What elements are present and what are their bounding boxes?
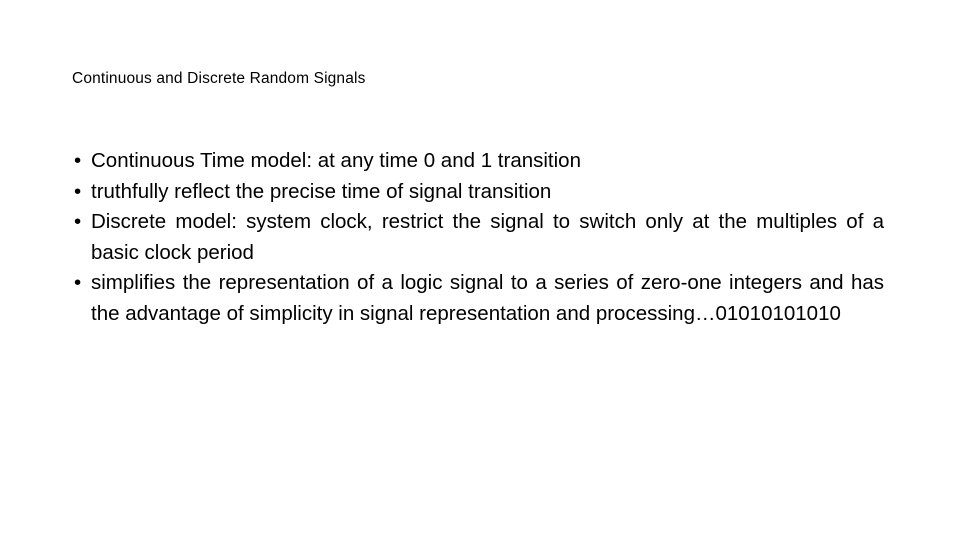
list-item: • truthfully reflect the precise time of…	[72, 177, 884, 208]
slide-canvas: Continuous and Discrete Random Signals •…	[0, 0, 960, 540]
bullet-point-icon: •	[74, 149, 82, 172]
bullet-list: • Continuous Time model: at any time 0 a…	[72, 146, 884, 330]
slide-title: Continuous and Discrete Random Signals	[72, 70, 366, 87]
list-item-text: Discrete model: system clock, restrict t…	[91, 210, 884, 264]
bullet-point-icon: •	[74, 179, 82, 203]
bullet-point-icon: •	[74, 210, 82, 234]
list-item-text: simplifies the representation of a logic…	[91, 271, 884, 325]
list-item: • Continuous Time model: at any time 0 a…	[72, 146, 884, 177]
list-item: • Discrete model: system clock, restrict…	[72, 207, 884, 268]
list-item-text: truthfully reflect the precise time of s…	[91, 179, 552, 203]
list-item-text: Continuous Time model: at any time 0 and…	[91, 149, 581, 172]
bullet-point-icon: •	[74, 271, 82, 295]
list-item: • simplifies the representation of a log…	[72, 268, 884, 329]
